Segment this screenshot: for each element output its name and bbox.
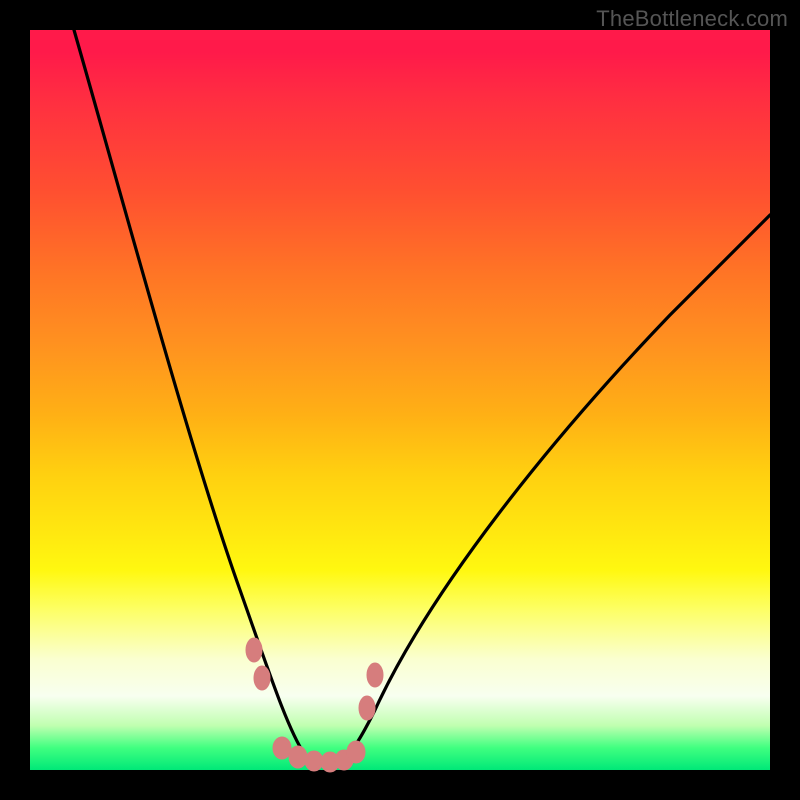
datapoint-marker [305, 751, 323, 771]
datapoint-marker [359, 696, 375, 720]
watermark-text: TheBottleneck.com [596, 6, 788, 32]
bottleneck-curve [74, 30, 770, 766]
datapoint-marker [246, 638, 262, 662]
datapoint-marker [289, 746, 307, 768]
datapoint-marker [254, 666, 270, 690]
datapoint-marker [367, 663, 383, 687]
marker-group [246, 638, 383, 772]
chart-container: TheBottleneck.com [0, 0, 800, 800]
chart-svg-layer [30, 30, 770, 770]
datapoint-marker [347, 741, 365, 763]
datapoint-marker [273, 737, 291, 759]
